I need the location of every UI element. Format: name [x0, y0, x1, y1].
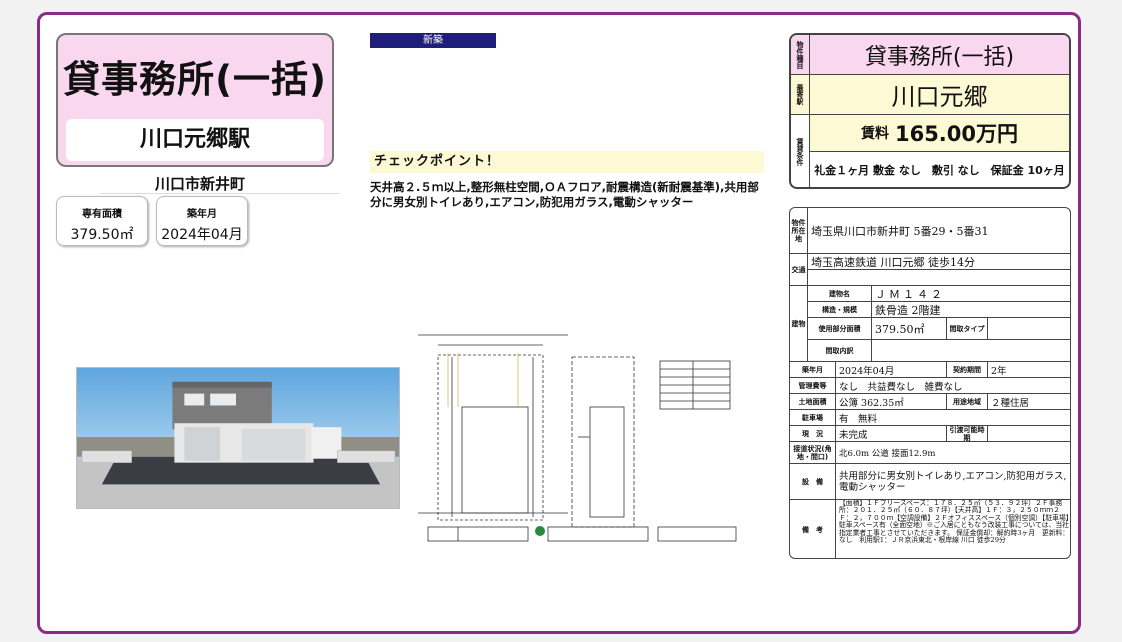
rent-value: 165.00万円 [894, 122, 1019, 146]
location-head: 物件所在地 [790, 208, 808, 254]
built-stat: 築年月 2024年04月 [156, 196, 248, 246]
summary-type-value: 貸事務所(一括) [864, 44, 1015, 70]
area-stat-value: 379.50㎡ [70, 227, 134, 243]
status-value: 未完成 [836, 426, 946, 442]
transport-empty [808, 270, 1070, 286]
summary-station-value: 川口元郷 [891, 83, 988, 111]
area-stat: 専有面積 379.50㎡ [56, 196, 148, 246]
terms-value: 礼金１ヶ月 敷金 なし 敷引 なし 保証金 10ヶ月 [814, 164, 1065, 177]
detail-table: 物件所在地 埼玉県川口市新井町 5番29・5番31 交通 埼玉高速鉄道 川口元郷… [789, 207, 1071, 559]
summary-terms-row: 賃貸条件 賃料 165.00万円 礼金１ヶ月 敷金 なし 敷引 なし 保証金 1… [791, 115, 1069, 187]
contract-label: 契約期間 [946, 362, 988, 378]
layout-value [872, 340, 1070, 362]
area-label: 使用部分面積 [808, 318, 872, 340]
area-value: 379.50㎡ [872, 318, 946, 340]
rent-label: 賃料 [860, 126, 889, 142]
area-stat-label: 専有面積 [82, 209, 122, 220]
mgmt-label: 管理費等 [790, 378, 836, 394]
mgmt-value: なし 共益費なし 雑費なし [836, 378, 1070, 394]
remarks-value: 【面積】１Ｆフリースペース：１７８．２５㎡（５３．９２坪）２Ｆ事務所：２０１．２… [839, 500, 1070, 545]
building-head: 建物 [790, 286, 808, 362]
listing-sheet: 貸事務所(一括) 川口元郷駅 川口市新井町 専有面積 379.50㎡ 築年月 2… [37, 12, 1081, 634]
status-label: 現 況 [790, 426, 836, 442]
new-build-badge: 新築 [370, 33, 496, 48]
property-type-title: 貸事務所(一括) [63, 58, 327, 101]
transport-value: 埼玉高速鉄道 川口元郷 徒歩14分 [808, 254, 1070, 270]
equip-label: 設 備 [790, 464, 836, 500]
layout-label: 間取内訳 [808, 340, 872, 362]
built-stat-value: 2024年04月 [161, 227, 243, 243]
remarks-label: 備 考 [790, 500, 836, 558]
parking-value: 有 無料 [836, 410, 1070, 426]
layout-type-label: 間取タイプ [946, 318, 988, 340]
station-name: 川口元郷駅 [66, 119, 324, 161]
contract-value: 2年 [988, 362, 1070, 378]
name-value: ＪＭ１４２ [872, 286, 1070, 302]
handover-label: 引渡可能時期 [946, 426, 988, 442]
location-value: 埼玉県川口市新井町 5番29・5番31 [808, 208, 1070, 254]
floor-plan [418, 334, 737, 542]
summary-station-head: 最寄駅 [791, 75, 810, 114]
checkpoint-heading: チェックポイント！ [370, 151, 764, 173]
summary-station-row: 最寄駅 川口元郷 [791, 75, 1069, 115]
equip-value: 共用部分に男女別トイレあり,エアコン,防犯用ガラス,電動シャッター [836, 464, 1070, 500]
divider [100, 193, 340, 194]
road-label: 接道状況(角地・間口) [790, 442, 836, 464]
zone-value: ２種住居 [988, 394, 1070, 410]
name-label: 建物名 [808, 286, 872, 302]
land-value: 公簿 362.35㎡ [836, 394, 946, 410]
summary-card: 物件種目 貸事務所(一括) 最寄駅 川口元郷 賃貸条件 賃料 165.00万円 … [789, 33, 1071, 189]
structure-label: 構造・規模 [808, 302, 872, 318]
built-stat-label: 築年月 [187, 209, 217, 220]
land-label: 土地面積 [790, 394, 836, 410]
title-card: 貸事務所(一括) 川口元郷駅 [56, 33, 334, 167]
structure-value: 鉄骨造 2階建 [872, 302, 1070, 318]
handover-value [988, 426, 1070, 442]
zone-label: 用途地域 [946, 394, 988, 410]
parking-label: 駐車場 [790, 410, 836, 426]
rent-cell: 賃料 165.00万円 [810, 115, 1069, 152]
checkpoint-text: 天井高２.５ｍ以上,整形無柱空間,ＯＡフロア,耐震構造(新耐震基準),共用部分に… [370, 180, 759, 209]
layout-type-value [988, 318, 1070, 340]
transport-head: 交通 [790, 254, 808, 286]
town-name: 川口市新井町 [154, 175, 245, 193]
road-value: 北6.0m 公道 接面12.9m [836, 442, 1070, 464]
summary-type-head: 物件種目 [791, 35, 810, 74]
built-value: 2024年04月 [836, 362, 946, 378]
summary-terms-head: 賃貸条件 [791, 115, 810, 187]
summary-type-row: 物件種目 貸事務所(一括) [791, 35, 1069, 75]
building-photo [76, 367, 400, 509]
built-label: 築年月 [790, 362, 836, 378]
